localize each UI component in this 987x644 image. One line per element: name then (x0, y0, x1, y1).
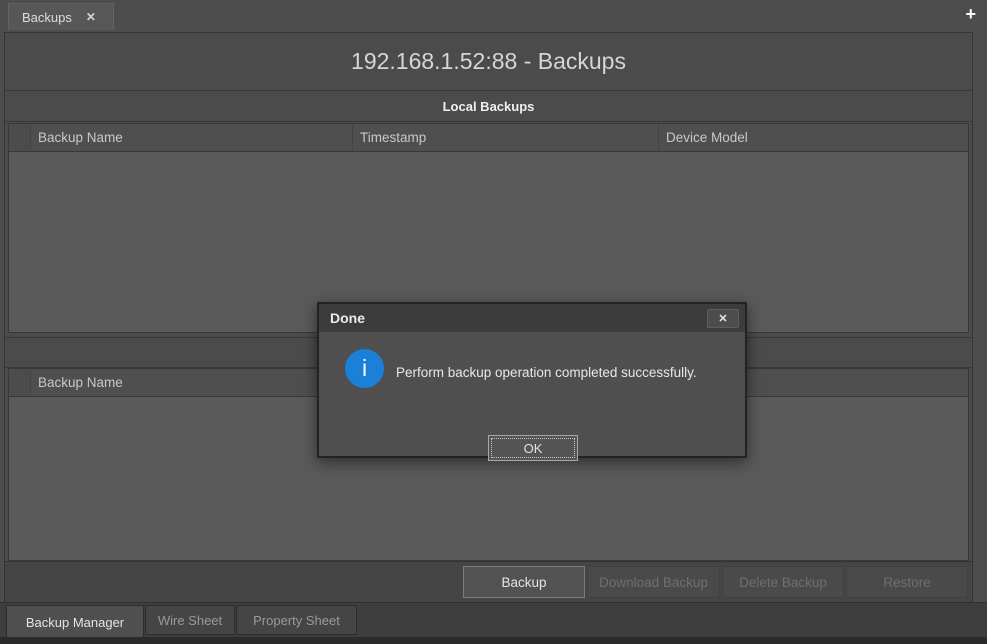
local-backups-section-header: Local Backups (5, 91, 972, 122)
ok-button-label: OK (491, 438, 575, 458)
bottom-tab-property-sheet[interactable]: Property Sheet (236, 605, 357, 635)
delete-backup-button[interactable]: Delete Backup (722, 566, 844, 598)
app-window: Backups ✕ + 192.168.1.52:88 - Backups Lo… (0, 0, 987, 644)
bottom-tab-bar: Backup Manager Wire Sheet Property Sheet (0, 602, 987, 637)
ok-button[interactable]: OK (488, 435, 578, 461)
download-backup-button[interactable]: Download Backup (587, 566, 720, 598)
top-tab-bar: Backups ✕ + (0, 0, 987, 30)
column-header-backup-name[interactable]: Backup Name (31, 124, 353, 151)
column-header-backup-name[interactable]: Backup Name (31, 369, 353, 396)
bottom-tab-backup-manager[interactable]: Backup Manager (6, 605, 144, 638)
column-header-device-model[interactable]: Device Model (659, 124, 968, 151)
connection-title: 192.168.1.52:88 - Backups (5, 33, 972, 91)
info-icon: i (345, 349, 384, 388)
add-tab-button[interactable]: + (965, 5, 976, 23)
tab-backups-label: Backups (22, 10, 72, 25)
dialog-body: i Perform backup operation completed suc… (319, 332, 745, 456)
dialog-close-button[interactable]: ✕ (707, 309, 739, 328)
restore-button[interactable]: Restore (846, 566, 968, 598)
local-table-header-row: Backup Name Timestamp Device Model (8, 123, 969, 152)
row-gutter (9, 124, 31, 151)
done-dialog: Done ✕ i Perform backup operation comple… (317, 302, 747, 458)
column-header-timestamp[interactable]: Timestamp (353, 124, 659, 151)
dialog-title-bar: Done ✕ (319, 304, 745, 332)
dialog-message: Perform backup operation completed succe… (396, 365, 697, 380)
window-bottom-edge (0, 637, 987, 644)
close-icon: ✕ (718, 312, 727, 325)
bottom-tab-wire-sheet[interactable]: Wire Sheet (145, 605, 235, 635)
tab-backups[interactable]: Backups ✕ (8, 3, 114, 30)
row-gutter (9, 369, 31, 396)
backup-button[interactable]: Backup (463, 566, 585, 598)
dialog-title: Done (330, 310, 707, 326)
tab-close-icon[interactable]: ✕ (86, 10, 96, 24)
action-button-bar: Backup Download Backup Delete Backup Res… (5, 561, 972, 602)
